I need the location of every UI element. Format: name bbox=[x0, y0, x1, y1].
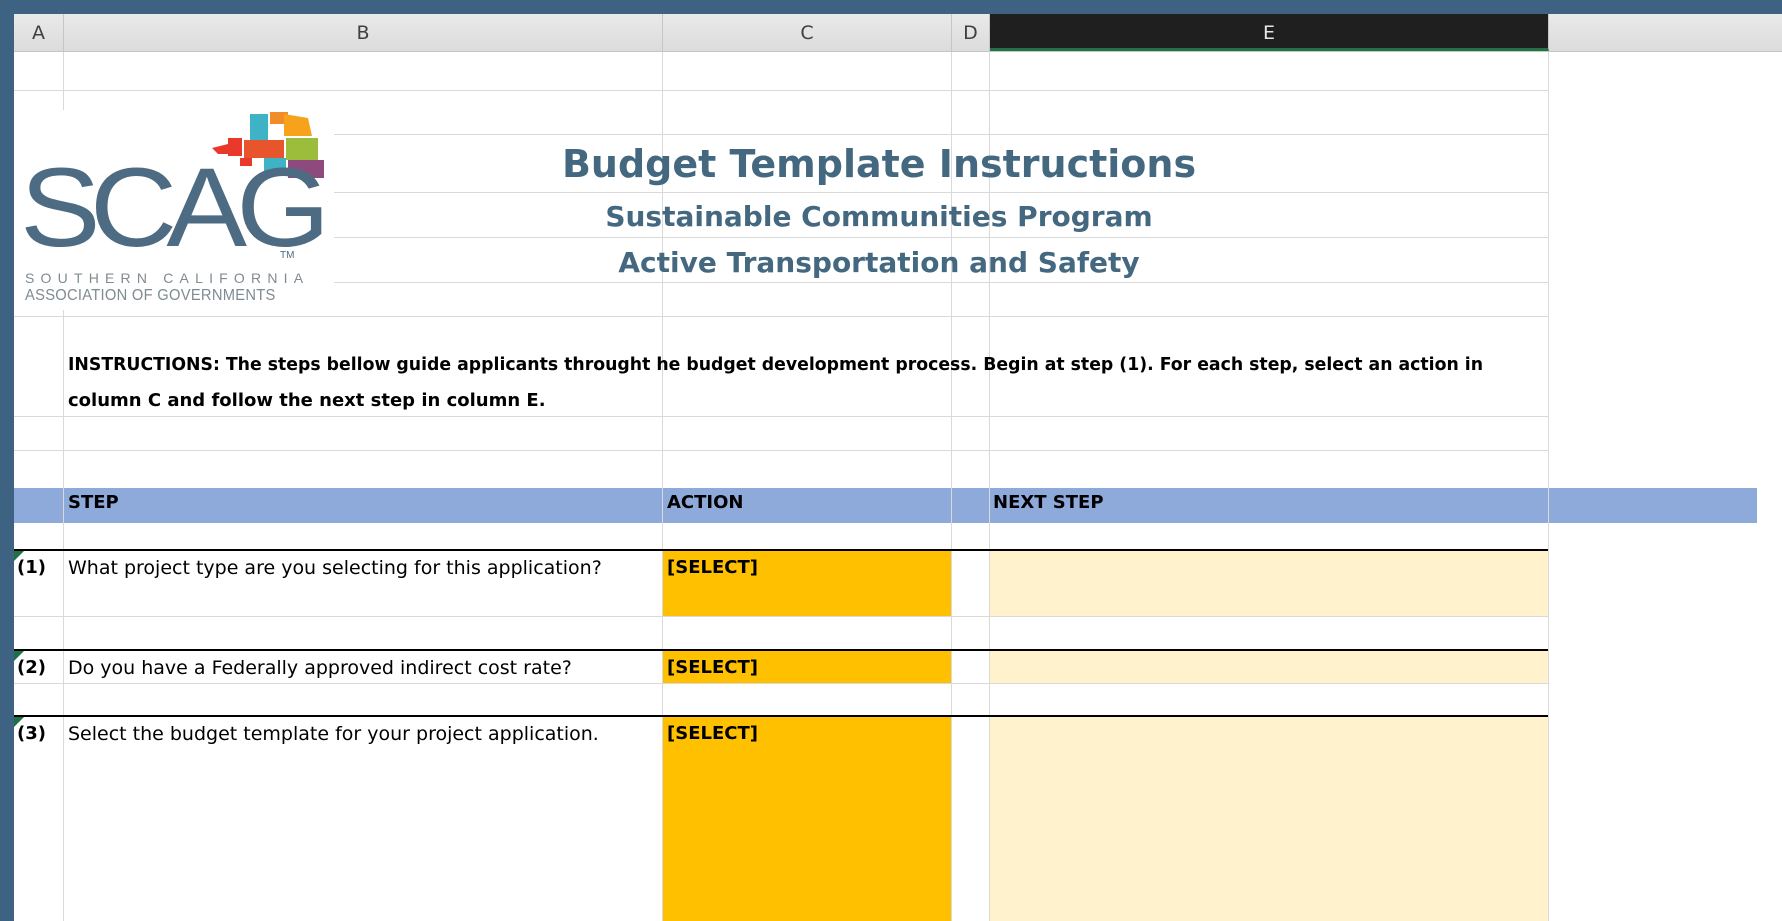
instructions-line-1: INSTRUCTIONS: The steps bellow guide app… bbox=[68, 354, 1484, 375]
step-action-select-2[interactable]: [SELECT] bbox=[667, 657, 758, 678]
instructions-line-2: column C and follow the next step in col… bbox=[68, 390, 546, 411]
scag-wordmark: SCAG bbox=[20, 145, 330, 270]
scag-logo: SCAG TM SOUTHERN CALIFORNIA ASSOCIATION … bbox=[14, 110, 334, 310]
logo-line2: ASSOCIATION OF GOVERNMENTS bbox=[25, 287, 276, 304]
step3-action-cell[interactable] bbox=[662, 716, 951, 921]
table-header-band bbox=[14, 488, 1757, 523]
step-action-select-3[interactable]: [SELECT] bbox=[667, 723, 758, 744]
header-action: ACTION bbox=[667, 492, 744, 513]
program-subtitle: Sustainable Communities Program bbox=[605, 200, 1153, 233]
step-question-3: Select the budget template for your proj… bbox=[68, 723, 599, 745]
step3-next-cell[interactable] bbox=[989, 716, 1548, 921]
step-action-select-1[interactable]: [SELECT] bbox=[667, 557, 758, 578]
step-number-1: (1) bbox=[17, 557, 46, 578]
category-subtitle: Active Transportation and Safety bbox=[618, 246, 1140, 279]
step-question-1: What project type are you selecting for … bbox=[68, 557, 602, 579]
step-number-2: (2) bbox=[17, 657, 46, 678]
trademark-mark: TM bbox=[280, 250, 295, 261]
step2-next-cell[interactable] bbox=[989, 650, 1548, 683]
page-title: Budget Template Instructions bbox=[561, 142, 1197, 186]
step-number-3: (3) bbox=[17, 723, 46, 744]
header-step: STEP bbox=[68, 492, 119, 513]
step-question-2: Do you have a Federally approved indirec… bbox=[68, 657, 572, 679]
spreadsheet-grid: A B C D E SCAG TM SOUTHERN CALIFORNIA AS… bbox=[14, 14, 1782, 921]
logo-line1: SOUTHERN CALIFORNIA bbox=[25, 270, 310, 286]
column-header-a[interactable]: A bbox=[14, 14, 64, 51]
header-next-step: NEXT STEP bbox=[993, 492, 1104, 513]
step1-next-cell[interactable] bbox=[989, 550, 1548, 616]
